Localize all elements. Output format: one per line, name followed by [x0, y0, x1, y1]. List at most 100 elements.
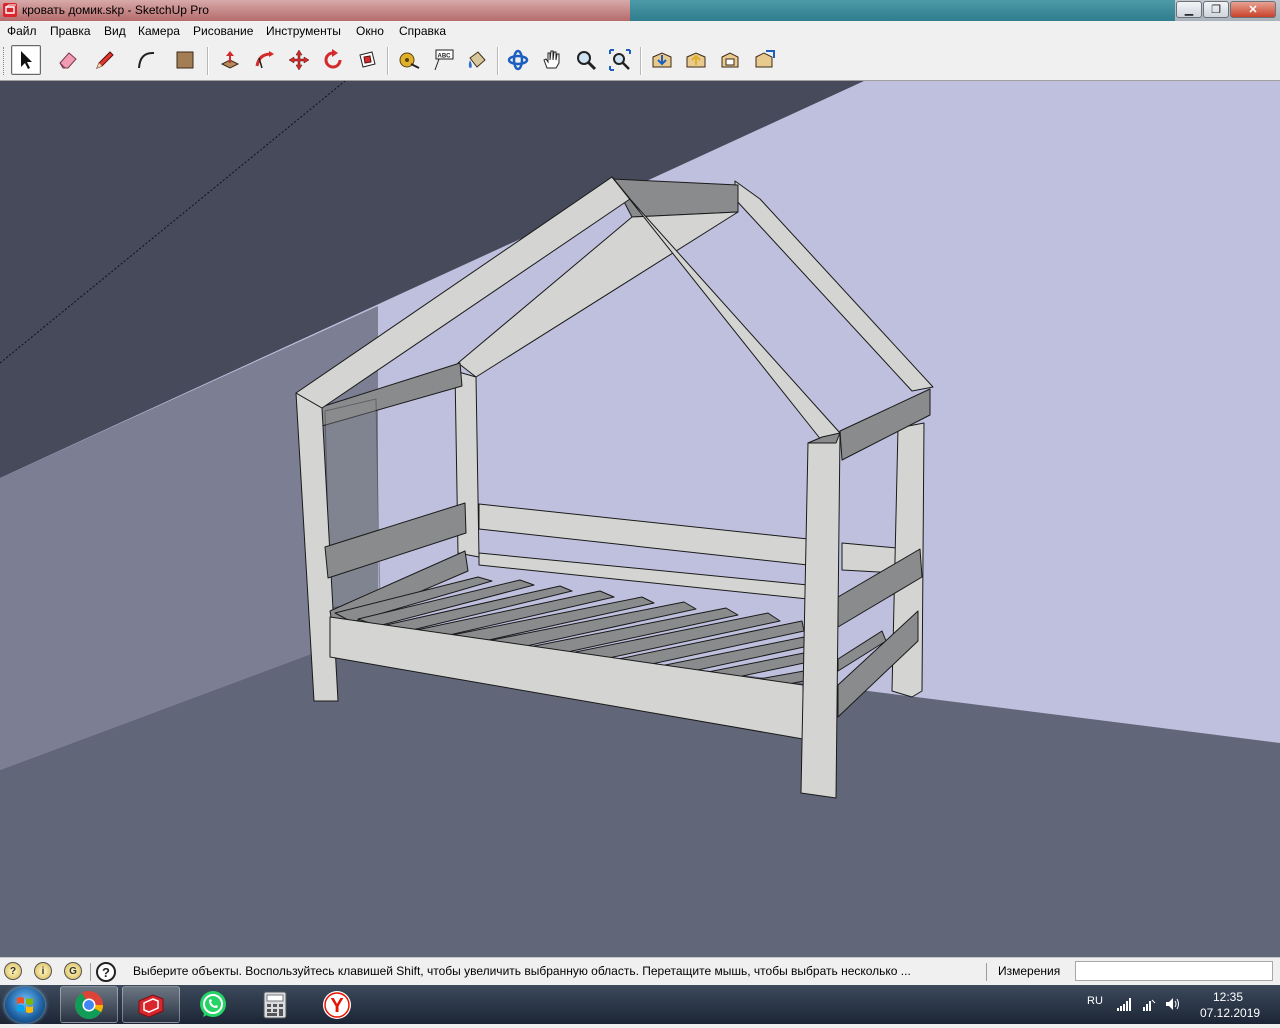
- taskbar-yandex[interactable]: Y: [308, 986, 366, 1023]
- tape-measure-tool-button[interactable]: [394, 45, 424, 75]
- volume-icon[interactable]: [1164, 996, 1182, 1012]
- select-tool-button[interactable]: [11, 45, 41, 75]
- pan-hand-icon: [543, 50, 560, 69]
- pencil-line-icon: [96, 51, 114, 69]
- maximize-button[interactable]: ❐: [1203, 1, 1229, 18]
- toolbar-grip[interactable]: [3, 47, 7, 75]
- pan-tool-button[interactable]: [537, 45, 567, 75]
- eraser-icon: [59, 52, 77, 69]
- arc-tool-button[interactable]: [131, 45, 161, 75]
- toolbar-separator: [387, 47, 389, 75]
- ridge-beam: [611, 178, 739, 218]
- menu-draw[interactable]: Рисование: [193, 24, 253, 38]
- zoom-tool-button[interactable]: [571, 45, 601, 75]
- clock-date[interactable]: 07.12.2019: [1200, 1006, 1260, 1020]
- front-right-post: [800, 432, 841, 799]
- measurements-input[interactable]: [1075, 961, 1273, 981]
- menu-file[interactable]: Файл: [7, 24, 37, 38]
- geo-location-icon[interactable]: ?: [4, 962, 22, 980]
- credits-icon[interactable]: i: [34, 962, 52, 980]
- restore-icon: ❐: [1211, 4, 1221, 16]
- rectangle-tool-button[interactable]: [170, 45, 200, 75]
- push-pull-tool-button[interactable]: [215, 45, 245, 75]
- menu-bar: Файл Правка Вид Камера Рисование Инструм…: [0, 21, 1280, 41]
- windows-taskbar: Y RU 12:35 07.12.2019: [0, 985, 1280, 1024]
- push-pull-icon: [220, 51, 240, 69]
- model-viewport[interactable]: [0, 81, 1280, 957]
- taskbar-calculator[interactable]: [246, 986, 304, 1023]
- menu-tools[interactable]: Инструменты: [266, 24, 341, 38]
- zoom-icon: [577, 51, 597, 71]
- calculator-icon: [263, 991, 287, 1018]
- eraser-tool-button[interactable]: [53, 45, 83, 75]
- share-model-button[interactable]: [681, 45, 711, 75]
- whatsapp-icon: [200, 990, 226, 1017]
- toolbar-separator: [207, 47, 209, 75]
- rotate-tool-button[interactable]: [318, 45, 348, 75]
- status-separator: [90, 963, 91, 981]
- menu-edit[interactable]: Правка: [50, 24, 91, 38]
- arc-icon: [138, 51, 155, 69]
- windows-logo-icon: [17, 997, 33, 1013]
- text-tool-button[interactable]: ABC: [428, 45, 458, 75]
- move-icon: [288, 49, 310, 71]
- status-bar: ? i G ? Выберите объекты. Воспользуйтесь…: [0, 957, 1280, 986]
- extension-warehouse-button[interactable]: [749, 45, 779, 75]
- move-tool-button[interactable]: [284, 45, 314, 75]
- warehouse-get-models-icon: [652, 52, 672, 68]
- sign-in-icon[interactable]: G: [64, 962, 82, 980]
- orbit-tool-button[interactable]: [503, 45, 533, 75]
- menu-view[interactable]: Вид: [104, 24, 126, 38]
- menu-help[interactable]: Справка: [399, 24, 446, 38]
- minimize-button[interactable]: ▁: [1176, 1, 1202, 18]
- zoom-extents-tool-button[interactable]: [605, 45, 635, 75]
- warehouse-share-model-icon: [686, 52, 706, 68]
- line-tool-button[interactable]: [90, 45, 120, 75]
- yandex-browser-icon: Y: [323, 990, 351, 1019]
- get-models-button[interactable]: [647, 45, 677, 75]
- close-icon: ✕: [1248, 4, 1258, 16]
- chrome-icon: [75, 990, 103, 1019]
- tape-measure-icon: [399, 52, 420, 69]
- follow-me-icon: [255, 51, 274, 69]
- status-hint: Выберите объекты. Воспользуйтесь клавише…: [133, 964, 911, 978]
- taskbar-chrome[interactable]: [60, 986, 118, 1023]
- sketchup-icon: [138, 993, 164, 1018]
- follow-me-tool-button[interactable]: [250, 45, 280, 75]
- clock-time[interactable]: 12:35: [1213, 990, 1243, 1004]
- share-component-button[interactable]: [715, 45, 745, 75]
- window-title: кровать домик.skp - SketchUp Pro: [22, 3, 209, 17]
- measurements-label: Измерения: [998, 964, 1061, 978]
- toolbar-separator: [640, 47, 642, 75]
- orbit-icon: [507, 49, 529, 71]
- rotate-icon: [324, 49, 342, 69]
- taskbar-sketchup[interactable]: [122, 986, 180, 1023]
- sketchup-logo-icon: [3, 3, 17, 17]
- menu-camera[interactable]: Камера: [138, 24, 180, 38]
- language-indicator[interactable]: RU: [1087, 995, 1103, 1007]
- offset-icon: [359, 51, 376, 68]
- svg-text:ABC: ABC: [438, 54, 452, 60]
- paint-bucket-tool-button[interactable]: [462, 45, 492, 75]
- status-separator: [986, 963, 987, 981]
- zoom-extents-icon: [609, 49, 631, 71]
- extension-warehouse-icon: [755, 50, 775, 68]
- text-label-icon: ABC: [434, 49, 454, 71]
- minimize-icon: ▁: [1184, 4, 1194, 16]
- main-toolbar: ABC: [0, 41, 1280, 81]
- model-canvas[interactable]: [0, 81, 1280, 957]
- help-icon[interactable]: ?: [96, 962, 116, 982]
- taskbar-whatsapp[interactable]: [184, 986, 242, 1023]
- paint-bucket-icon: [468, 51, 486, 68]
- svg-text:Y: Y: [330, 995, 344, 1017]
- menu-window[interactable]: Окно: [356, 24, 384, 38]
- offset-tool-button[interactable]: [352, 45, 382, 75]
- title-bar-background-right: [630, 0, 1175, 21]
- start-button[interactable]: [5, 987, 45, 1023]
- close-button[interactable]: ✕: [1230, 1, 1276, 18]
- rectangle-shape-icon: [176, 51, 194, 69]
- signal-bars-icon[interactable]: [1140, 996, 1158, 1012]
- title-bar[interactable]: кровать домик.skp - SketchUp Pro ▁ ❐ ✕: [0, 0, 1280, 21]
- network-signal-icon[interactable]: [1116, 996, 1134, 1012]
- toolbar-separator: [497, 47, 499, 75]
